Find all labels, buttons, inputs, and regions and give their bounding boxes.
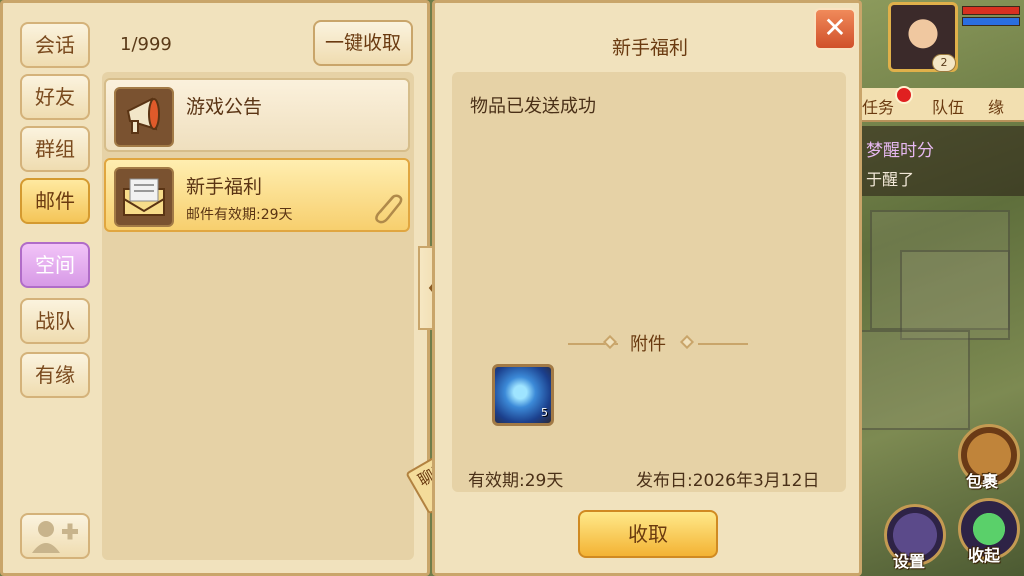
game-scene [860,0,1024,576]
quest-description: 于醒了 [866,170,915,189]
detail-title: 新手福利 [611,37,688,59]
close-button[interactable]: ✕ [814,8,856,50]
tab-destiny[interactable]: 有缘 [20,352,90,398]
mail-item-announcement[interactable]: 游戏公告 [104,78,410,152]
tab-fate[interactable]: 缘 [988,94,1004,118]
megaphone-icon [114,87,174,147]
mail-item-title: 游戏公告 [186,96,263,118]
quest-tab-bar: 任务 队伍 缘 [860,88,1024,122]
scene-tile [900,250,1010,340]
validity-text: 有效期:29天 [468,471,564,491]
mp-bar [962,17,1020,26]
add-friend-button[interactable] [20,513,90,559]
quest-title: 梦醒时分 [866,141,934,161]
collect-all-button[interactable]: 一键收取 [313,20,413,66]
publish-date: 发布日:2026年3月12日 [636,471,820,491]
mail-item-newbie-gift[interactable]: 新手福利 邮件有效期:29天 [104,158,410,232]
hp-bar [962,6,1020,15]
mail-count: 1/999 [120,34,172,55]
collapse-label: 收起 [968,546,1001,565]
divider [698,343,748,345]
attachment-label: 附件 [630,334,666,355]
tab-chat[interactable]: 会话 [20,22,90,68]
receive-button[interactable]: 收取 [578,510,718,558]
tab-groups[interactable]: 群组 [20,126,90,172]
mail-item-title: 新手福利 [186,176,263,198]
tab-team[interactable]: 队伍 [932,94,964,118]
envelope-icon [114,167,174,227]
tab-mail[interactable]: 邮件 [20,178,90,224]
tab-space[interactable]: 空间 [20,242,90,288]
settings-label: 设置 [893,552,926,571]
mail-item-validity: 邮件有效期:29天 [186,207,293,223]
item-quantity: 5 [541,406,548,419]
tab-quest[interactable]: 任务 [862,94,894,118]
bag-label: 包裹 [966,472,999,491]
player-level: 2 [932,54,956,72]
detail-message: 物品已发送成功 [470,96,596,117]
detail-body [452,72,846,492]
notification-dot [895,86,913,104]
tab-friends[interactable]: 好友 [20,74,90,120]
paperclip-icon [375,194,403,224]
add-user-icon [32,521,78,553]
